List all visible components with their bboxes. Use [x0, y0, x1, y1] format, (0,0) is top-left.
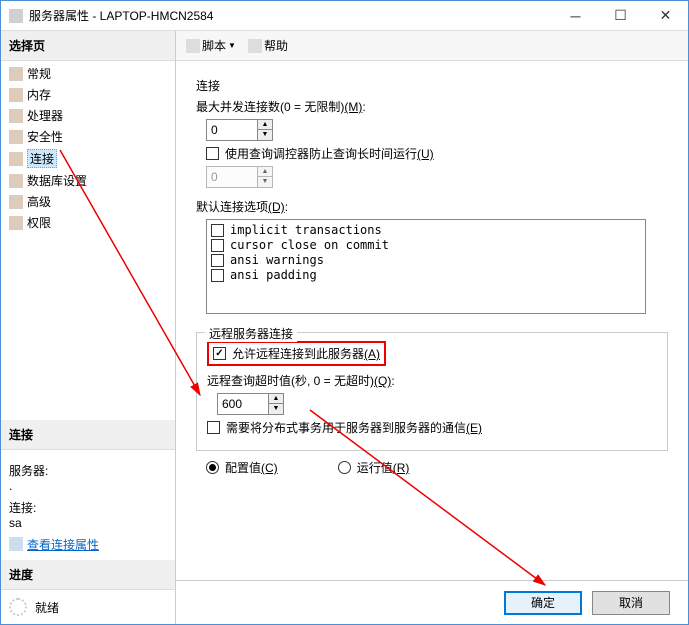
link-icon [9, 537, 23, 551]
spinner-down[interactable]: ▼ [258, 130, 272, 140]
sidebar-item[interactable]: 处理器 [1, 105, 175, 126]
select-page-header: 选择页 [1, 31, 175, 61]
dist-tx-checkbox[interactable] [207, 421, 220, 434]
option-checkbox[interactable] [211, 224, 224, 237]
page-icon [9, 216, 23, 230]
page-icon [9, 195, 23, 209]
spinner-up[interactable]: ▲ [258, 167, 272, 177]
sidebar-item-label: 处理器 [27, 109, 63, 123]
option-label: ansi padding [230, 268, 317, 282]
config-value-label: 配置值(C) [225, 459, 278, 476]
option-row[interactable]: ansi warnings [211, 253, 641, 267]
option-row[interactable]: cursor close on commit [211, 238, 641, 252]
run-value-radio[interactable] [338, 461, 351, 474]
config-value-radio[interactable] [206, 461, 219, 474]
governor-spinner[interactable]: ▲▼ [206, 166, 273, 188]
option-checkbox[interactable] [211, 269, 224, 282]
chevron-down-icon: ▼ [228, 41, 236, 50]
run-value-radio-item[interactable]: 运行值(R) [338, 459, 410, 476]
connections-group-label: 连接 [196, 77, 668, 94]
page-icon [9, 67, 23, 81]
help-label: 帮助 [264, 37, 288, 54]
close-button[interactable]: ✕ [643, 1, 688, 30]
minimize-button[interactable]: ─ [553, 1, 598, 30]
remote-timeout-spinner[interactable]: ▲▼ [217, 393, 284, 415]
app-icon [9, 9, 23, 23]
option-label: implicit transactions [230, 223, 382, 237]
spinner-up[interactable]: ▲ [258, 120, 272, 130]
use-governor-checkbox[interactable] [206, 147, 219, 160]
sidebar-item[interactable]: 安全性 [1, 126, 175, 147]
connection-header: 连接 [1, 420, 175, 450]
sidebar-item[interactable]: 内存 [1, 84, 175, 105]
config-value-radio-item[interactable]: 配置值(C) [206, 459, 278, 476]
sidebar-item-label: 高级 [27, 195, 51, 209]
server-label: 服务器: [9, 462, 167, 479]
conn-value: sa [9, 516, 167, 530]
sidebar-item-label: 内存 [27, 88, 51, 102]
script-icon [186, 39, 200, 53]
option-label: ansi warnings [230, 253, 324, 267]
allow-remote-highlight: 允许远程连接到此服务器(A) [207, 341, 386, 366]
run-value-label: 运行值(R) [357, 459, 410, 476]
sidebar-item-label: 数据库设置 [27, 174, 87, 188]
dist-tx-label: 需要将分布式事务用于服务器到服务器的通信(E) [226, 419, 482, 436]
max-connections-spinner[interactable]: ▲▼ [206, 119, 273, 141]
sidebar-item-label: 连接 [30, 152, 54, 166]
maximize-button[interactable]: ☐ [598, 1, 643, 30]
title-bar: 服务器属性 - LAPTOP-HMCN2584 ─ ☐ ✕ [1, 1, 688, 31]
conn-label: 连接: [9, 499, 167, 516]
spinner-down[interactable]: ▼ [258, 177, 272, 187]
max-connections-label: 最大并发连接数(0 = 无限制)(M): [196, 98, 366, 115]
help-icon [248, 39, 262, 53]
sidebar-item-label: 权限 [27, 216, 51, 230]
sidebar-item[interactable]: 常规 [1, 63, 175, 84]
allow-remote-checkbox[interactable] [213, 347, 226, 360]
option-row[interactable]: implicit transactions [211, 223, 641, 237]
view-connection-properties-label: 查看连接属性 [27, 536, 99, 553]
page-icon [9, 109, 23, 123]
page-icon [9, 152, 23, 166]
spinner-up[interactable]: ▲ [269, 394, 283, 404]
option-checkbox[interactable] [211, 254, 224, 267]
page-icon [9, 130, 23, 144]
allow-remote-label: 允许远程连接到此服务器(A) [232, 345, 380, 362]
sidebar-item[interactable]: 数据库设置 [1, 170, 175, 191]
window-title: 服务器属性 - LAPTOP-HMCN2584 [29, 7, 553, 24]
default-options-listbox[interactable]: implicit transactionscursor close on com… [206, 219, 646, 314]
sidebar-item[interactable]: 权限 [1, 212, 175, 233]
sidebar: 选择页 常规内存处理器安全性连接数据库设置高级权限 连接 服务器: . 连接: … [1, 31, 176, 624]
use-governor-label: 使用查询调控器防止查询长时间运行(U) [225, 145, 434, 162]
remote-timeout-input[interactable] [218, 394, 268, 414]
option-checkbox[interactable] [211, 239, 224, 252]
governor-input[interactable] [207, 167, 257, 187]
spinner-down[interactable]: ▼ [269, 404, 283, 414]
page-icon [9, 88, 23, 102]
view-connection-properties-link[interactable]: 查看连接属性 [9, 536, 99, 553]
progress-header: 进度 [1, 560, 175, 590]
help-button[interactable]: 帮助 [244, 35, 292, 56]
progress-icon [9, 598, 27, 616]
ok-button[interactable]: 确定 [504, 591, 582, 615]
sidebar-item[interactable]: 连接 [1, 147, 175, 170]
max-connections-input[interactable] [207, 120, 257, 140]
sidebar-item-label: 安全性 [27, 130, 63, 144]
option-label: cursor close on commit [230, 238, 389, 252]
server-value: . [9, 479, 167, 493]
default-options-label: 默认连接选项(D): [196, 198, 288, 215]
toolbar: 脚本 ▼ 帮助 [176, 31, 688, 61]
option-row[interactable]: ansi padding [211, 268, 641, 282]
remote-group-legend: 远程服务器连接 [205, 325, 297, 342]
cancel-button[interactable]: 取消 [592, 591, 670, 615]
progress-status: 就绪 [35, 599, 59, 616]
sidebar-item[interactable]: 高级 [1, 191, 175, 212]
script-button[interactable]: 脚本 ▼ [182, 35, 240, 56]
page-icon [9, 174, 23, 188]
script-label: 脚本 [202, 37, 226, 54]
remote-timeout-label: 远程查询超时值(秒, 0 = 无超时)(Q): [207, 372, 395, 389]
sidebar-item-label: 常规 [27, 67, 51, 81]
